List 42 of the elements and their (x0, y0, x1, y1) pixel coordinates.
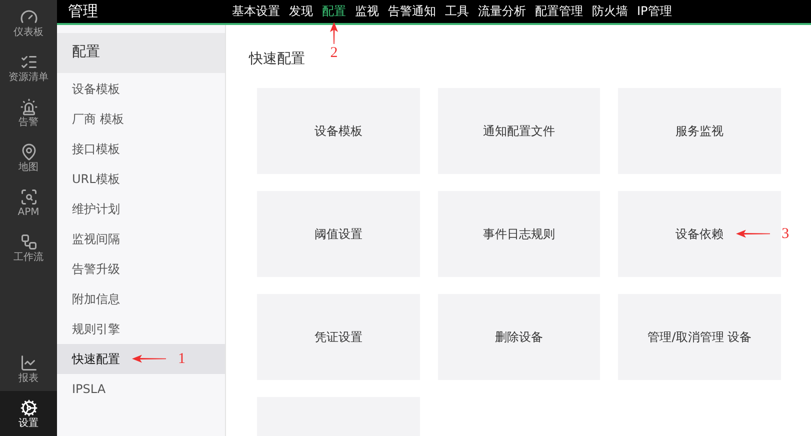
quick-config-tile[interactable]: 删除设备 (438, 294, 600, 380)
alarm-light-icon (20, 98, 38, 116)
annotation-number: 2 (330, 46, 338, 62)
quick-config-tile[interactable]: 服务监视 (618, 88, 781, 174)
workflow-icon (20, 232, 38, 250)
nav-tab[interactable]: 流量分析 (478, 2, 526, 20)
rail-item[interactable]: 工作流 (0, 225, 57, 270)
nav-tab[interactable]: IP管理 (637, 2, 672, 20)
nav-tab[interactable]: 工具 (445, 2, 469, 20)
rail-item[interactable]: APM (0, 180, 57, 225)
nav-tab[interactable]: 发现 (289, 2, 313, 20)
gauge-icon (20, 8, 38, 26)
quick-config-tile[interactable]: 设备模板 (257, 88, 420, 174)
quick-config-tile[interactable]: 管理/取消管理 设备 (618, 294, 781, 380)
rail-item[interactable]: 告警 (0, 90, 57, 135)
screen-search-icon (20, 188, 38, 206)
arrow-annotation (736, 230, 770, 238)
sidebar-header: 配置 (57, 32, 225, 72)
rail-item[interactable]: 仪表板 (0, 0, 57, 45)
nav-tab[interactable]: 基本设置 (232, 2, 280, 20)
annotation-number: 3 (782, 224, 790, 244)
arrow-annotation (330, 22, 338, 44)
quick-config-tile[interactable]: 阈值设置 (257, 190, 420, 276)
nav-tab[interactable]: 告警通知 (388, 2, 436, 20)
nav-tab[interactable]: 防火墙 (592, 2, 628, 20)
rail-item[interactable]: 资源清单 (0, 45, 57, 90)
page-title: 快速配置 (249, 50, 305, 68)
quick-config-tile[interactable]: 通知配置文件 (438, 88, 600, 174)
app-title: 管理 (67, 1, 99, 22)
annotation-number: 1 (178, 349, 186, 368)
quick-config-tile[interactable]: 事件日志规则 (438, 190, 600, 276)
rail-item[interactable]: 设置 (0, 391, 57, 436)
settings-icon (20, 398, 38, 416)
quick-config-tile[interactable]: 凭证设置 (257, 294, 420, 380)
nav-tab[interactable]: 配置管理 (535, 2, 583, 20)
sidebar-item[interactable]: 快速配置 1 (57, 344, 225, 374)
line-chart-icon (20, 354, 38, 372)
nav-tab[interactable]: 监视 (355, 2, 379, 20)
rail-item[interactable]: 地图 (0, 135, 57, 180)
map-pin-icon (20, 142, 38, 160)
arrow-annotation (132, 354, 166, 362)
rail-item[interactable]: 报表 (0, 346, 57, 391)
